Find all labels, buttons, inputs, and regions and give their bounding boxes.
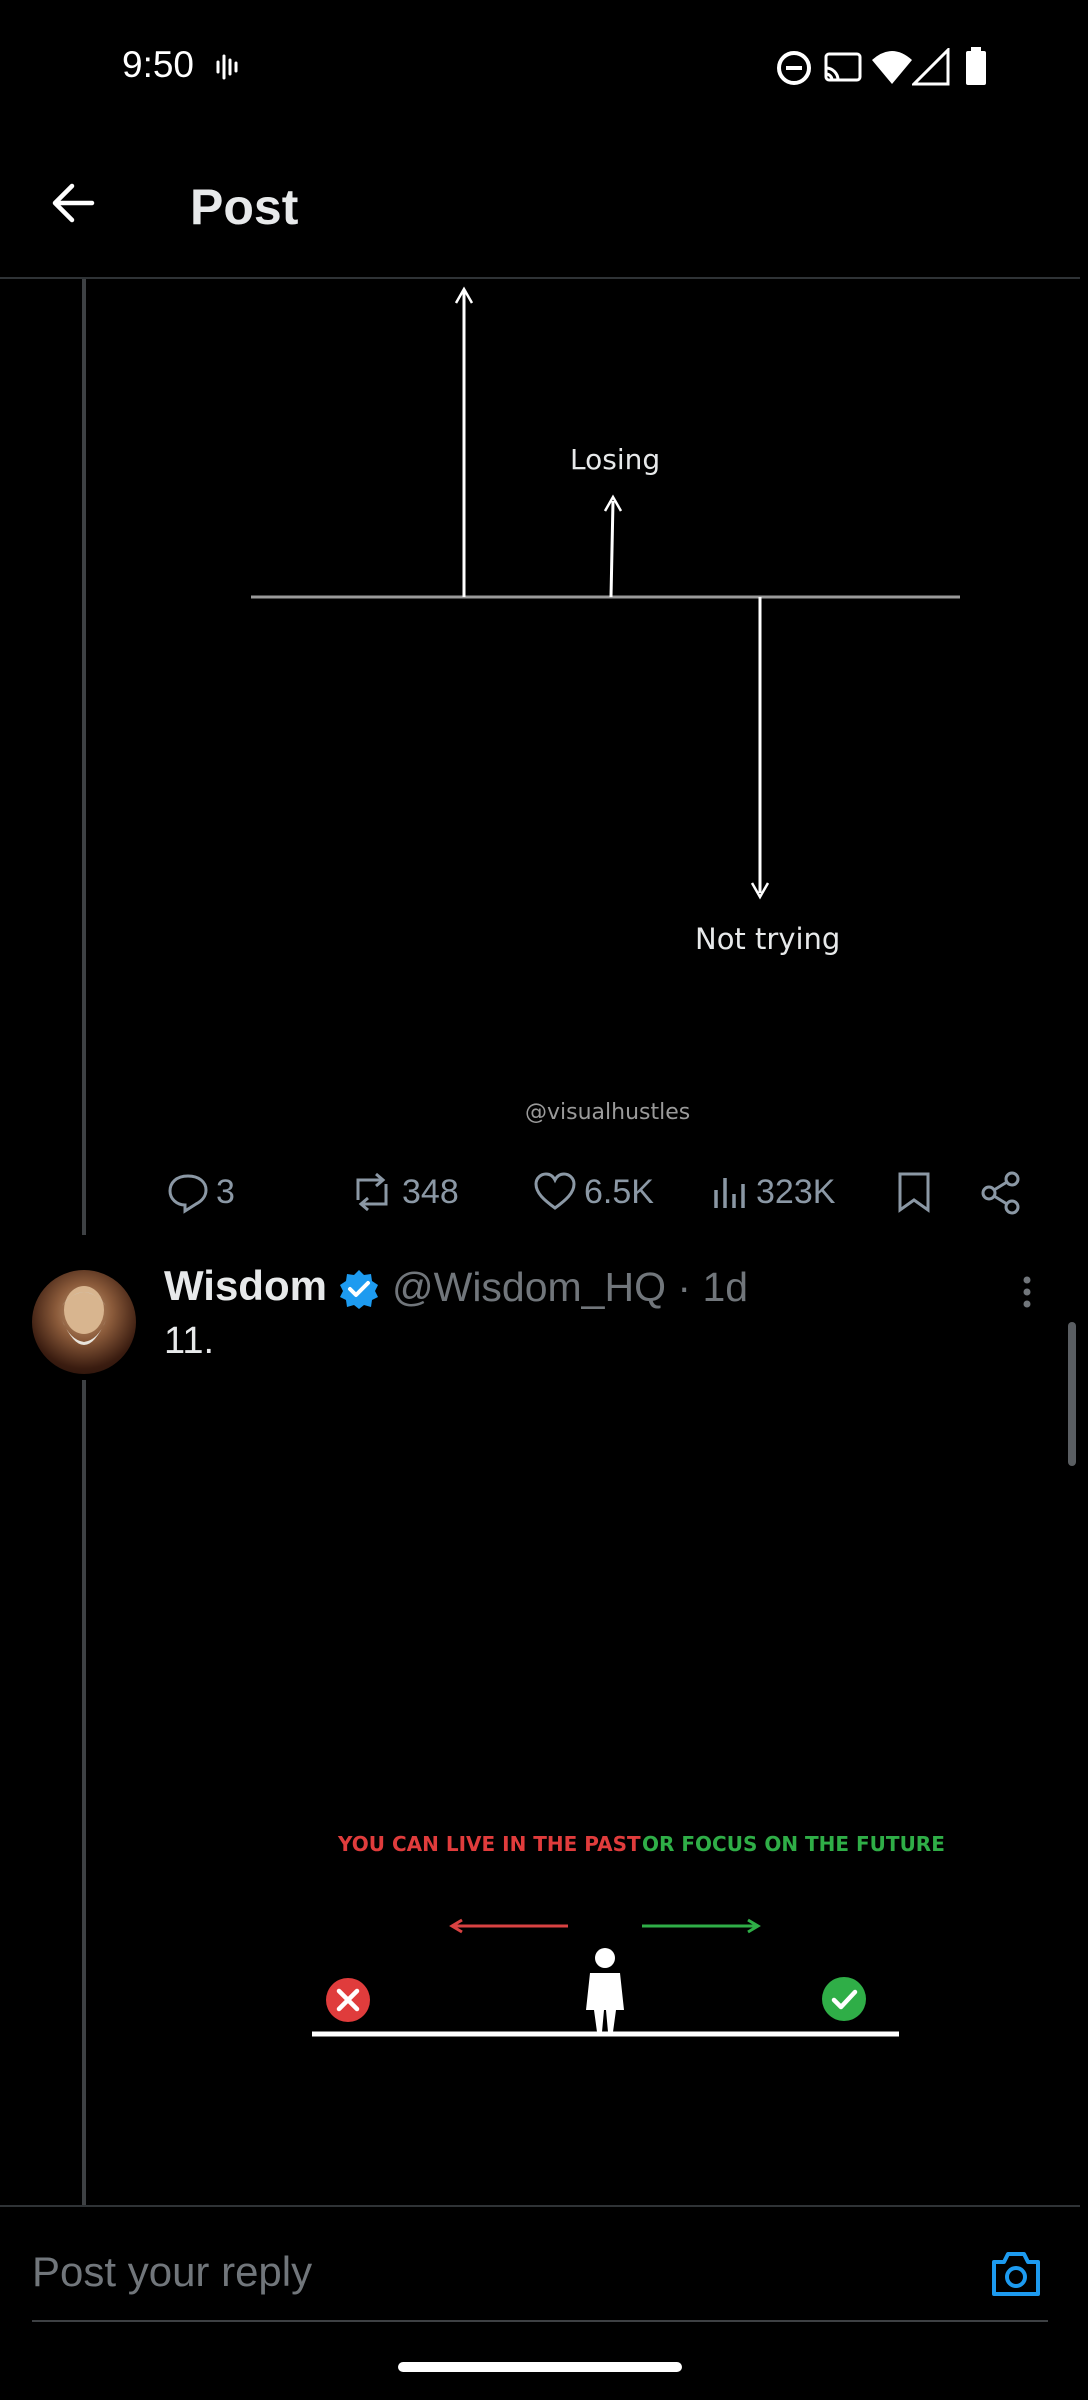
status-time: 9:50 xyxy=(122,44,195,85)
repost-button[interactable]: 348 xyxy=(348,1170,459,1214)
success-diagram xyxy=(251,286,960,900)
like-button[interactable]: 6.5K xyxy=(532,1170,654,1214)
camera-icon[interactable] xyxy=(990,2248,1042,2298)
post-text: 11. xyxy=(164,1320,215,1362)
view-count: 323K xyxy=(756,1172,836,1211)
author-handle[interactable]: @Wisdom_HQ xyxy=(392,1264,666,1310)
views-button[interactable]: 323K xyxy=(710,1170,835,1214)
avatar[interactable] xyxy=(32,1270,136,1374)
post-image[interactable]: YOU CAN LIVE IN THE PAST OR FOCUS ON THE… xyxy=(164,1400,1044,2160)
like-count: 6.5K xyxy=(584,1172,654,1211)
reply-button[interactable]: 3 xyxy=(166,1170,235,1214)
person-figure xyxy=(586,1948,624,2032)
post-image[interactable]: Losing Not trying @visualhustles xyxy=(150,279,1050,1139)
losing-label: Losing xyxy=(570,443,661,476)
reply-input[interactable]: Post your reply xyxy=(32,2248,312,2296)
scrollbar-thumb[interactable] xyxy=(1068,1322,1076,1466)
more-options-icon[interactable] xyxy=(1012,1272,1042,1312)
back-arrow-icon[interactable] xyxy=(50,180,96,226)
past-future-diagram xyxy=(312,1918,899,2037)
post-time: 1d xyxy=(702,1264,749,1310)
not-trying-label: Not trying xyxy=(695,922,841,956)
reply-underline xyxy=(32,2320,1048,2322)
author-name[interactable]: Wisdom xyxy=(164,1262,327,1310)
avatar-portrait xyxy=(62,1286,106,1345)
repost-icon xyxy=(356,1172,388,1212)
reply-icon xyxy=(168,1174,208,1214)
audio-wave-icon xyxy=(216,54,238,80)
page-title: Post xyxy=(190,179,299,235)
reply-count: 3 xyxy=(216,1172,235,1211)
heart-icon xyxy=(534,1172,576,1210)
thread-line xyxy=(82,1380,86,2205)
do-not-disturb-icon xyxy=(777,51,811,85)
watermark: @visualhustles xyxy=(525,1100,691,1125)
author-meta: @Wisdom_HQ · 1d xyxy=(392,1264,748,1311)
bookmark-icon[interactable] xyxy=(892,1170,936,1214)
thread-line xyxy=(82,279,86,1235)
wifi-icon xyxy=(872,51,912,84)
cast-icon xyxy=(824,52,862,82)
repost-count: 348 xyxy=(402,1172,459,1211)
separator-dot: · xyxy=(677,1264,703,1310)
views-icon xyxy=(714,1178,745,1208)
verified-badge-icon xyxy=(340,1270,378,1309)
share-icon[interactable] xyxy=(978,1170,1024,1216)
battery-icon xyxy=(966,47,986,85)
cell-signal-icon xyxy=(912,48,950,86)
home-gesture-bar[interactable] xyxy=(398,2362,682,2372)
reply-bar-divider xyxy=(0,2205,1080,2207)
